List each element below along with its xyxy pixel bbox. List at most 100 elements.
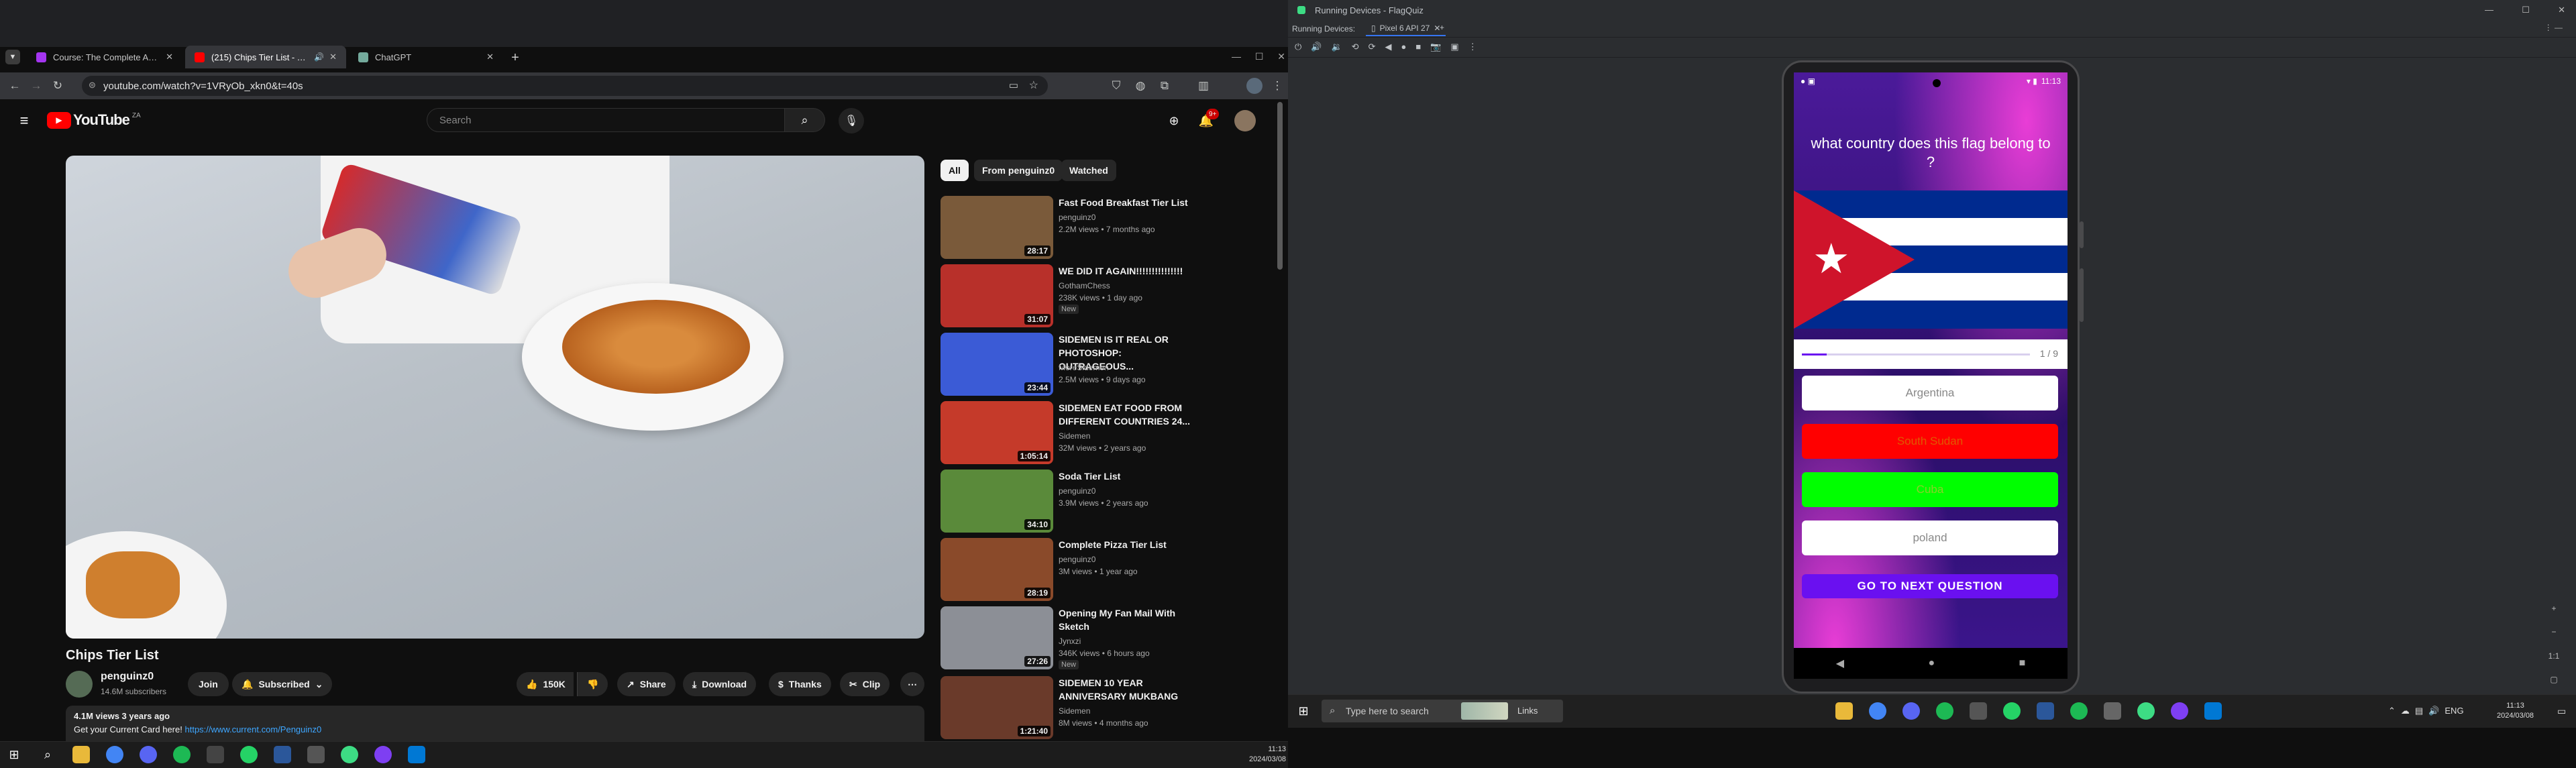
share-button[interactable]: ↗ Share xyxy=(617,672,676,696)
power-icon[interactable]: ⏻ xyxy=(1295,42,1301,52)
nav-back-icon[interactable]: ◀ xyxy=(1836,657,1844,670)
answer-option[interactable]: Argentina xyxy=(1802,376,2058,410)
app-icon[interactable] xyxy=(1970,702,1987,720)
discord-icon[interactable] xyxy=(1902,702,1920,720)
whatsapp-icon[interactable] xyxy=(240,746,258,763)
download-button[interactable]: ⤓ Download xyxy=(683,672,757,696)
spotify-icon[interactable] xyxy=(2070,702,2088,720)
extension-shield-icon[interactable]: ⛉ xyxy=(1108,78,1124,94)
tab-youtube[interactable]: (215) Chips Tier List - YouTube 🔊 ✕ xyxy=(185,46,346,68)
description-link[interactable]: https://www.current.com/Penguinz0 xyxy=(184,724,321,734)
settings-icon[interactable] xyxy=(307,746,325,763)
audio-playing-icon[interactable]: 🔊 xyxy=(314,52,324,62)
windows-start-icon[interactable]: ⊞ xyxy=(1295,702,1312,720)
language-indicator[interactable]: ENG xyxy=(2445,706,2463,716)
youtube-logo[interactable]: ▶ YouTube ZA xyxy=(47,110,141,130)
profile-avatar[interactable] xyxy=(1246,78,1263,94)
overview-icon[interactable]: ■ xyxy=(1415,42,1421,52)
search-icon[interactable]: ⌕ xyxy=(39,746,56,763)
zoom-out-icon[interactable]: − xyxy=(2551,627,2556,637)
reload-icon[interactable]: ↻ xyxy=(50,78,66,94)
chip-from-channel[interactable]: From penguinz0 xyxy=(974,160,1063,181)
spotify-icon[interactable] xyxy=(173,746,191,763)
links-toolbar[interactable]: Links xyxy=(1517,706,1538,716)
forward-icon[interactable]: → xyxy=(28,78,44,94)
dislike-button[interactable]: 👎 xyxy=(577,672,608,696)
speaker-icon[interactable]: 🔊 xyxy=(2428,706,2439,716)
minimize-icon[interactable]: — xyxy=(1232,51,1241,64)
chrome-icon[interactable] xyxy=(1869,702,1886,720)
spotify-icon[interactable] xyxy=(1936,702,1953,720)
android-studio-icon[interactable] xyxy=(2137,702,2155,720)
volume-up-icon[interactable]: 🔊 xyxy=(1311,42,1322,52)
home-icon[interactable]: ● xyxy=(1401,42,1406,52)
file-explorer-icon[interactable] xyxy=(1835,702,1853,720)
minimize-icon[interactable]: — xyxy=(2485,5,2493,15)
answer-option-wrong[interactable]: South Sudan xyxy=(1802,424,2058,459)
clip-button[interactable]: ✂ Clip xyxy=(840,672,890,696)
app-icon[interactable] xyxy=(207,746,224,763)
snapshot-icon[interactable]: ▣ xyxy=(1450,42,1458,52)
whatsapp-icon[interactable] xyxy=(2003,702,2021,720)
video-player[interactable] xyxy=(66,156,924,639)
channel-avatar[interactable] xyxy=(66,671,93,698)
tab-search-icon[interactable]: ▼ xyxy=(5,50,20,64)
windows-start-icon[interactable]: ⊞ xyxy=(5,746,23,763)
answer-option-correct[interactable]: Cuba xyxy=(1802,472,2058,507)
app-icon[interactable] xyxy=(2171,702,2188,720)
subscribed-button[interactable]: 🔔 Subscribed ⌄ xyxy=(232,672,333,696)
settings-icon[interactable] xyxy=(2104,702,2121,720)
extended-controls-icon[interactable]: ⋮ xyxy=(1468,42,1477,52)
chrome-icon[interactable] xyxy=(106,746,123,763)
network-icon[interactable]: ▤ xyxy=(2415,706,2423,716)
nav-recents-icon[interactable]: ■ xyxy=(2019,657,2026,669)
address-bar[interactable]: ⊜ youtube.com/watch?v=1VRyOb_xkn0&t=40s … xyxy=(82,76,1048,96)
join-button[interactable]: Join xyxy=(188,672,229,696)
tray-chevron-icon[interactable]: ⌃ xyxy=(2388,706,2396,716)
create-icon[interactable]: ⊕ xyxy=(1165,111,1183,130)
description-box[interactable]: 4.1M views 3 years ago Get your Current … xyxy=(66,706,924,741)
vscode-icon[interactable] xyxy=(408,746,425,763)
site-info-icon[interactable]: ⊜ xyxy=(89,80,96,91)
account-avatar[interactable] xyxy=(1234,110,1256,131)
app-icon[interactable] xyxy=(374,746,392,763)
cast-icon[interactable]: ▭ xyxy=(1009,79,1018,91)
discord-icon[interactable] xyxy=(140,746,157,763)
maximize-icon[interactable]: ☐ xyxy=(1255,51,1264,64)
volume-down-icon[interactable]: 🔉 xyxy=(1331,42,1342,52)
puzzle-icon[interactable]: ⧉ xyxy=(1157,78,1173,94)
close-icon[interactable]: ✕ xyxy=(329,52,337,62)
vscode-icon[interactable] xyxy=(2204,702,2222,720)
search-button[interactable]: ⌕ xyxy=(785,108,825,132)
word-icon[interactable] xyxy=(274,746,291,763)
nav-home-icon[interactable]: ● xyxy=(1928,657,1935,669)
like-button[interactable]: 👍 150K xyxy=(517,672,574,696)
close-window-icon[interactable]: ✕ xyxy=(2558,5,2565,15)
more-actions-icon[interactable]: ⋯ xyxy=(900,672,924,696)
search-input[interactable]: Search xyxy=(427,108,785,132)
device-tab[interactable]: ▯ Pixel 6 API 27 ✕ xyxy=(1366,21,1446,36)
notifications-icon[interactable]: ▭ xyxy=(2557,706,2566,717)
next-question-button[interactable]: GO TO NEXT QUESTION xyxy=(1802,574,2058,598)
screenshot-icon[interactable]: 📷 xyxy=(1430,42,1441,52)
word-icon[interactable] xyxy=(2037,702,2054,720)
chip-all[interactable]: All xyxy=(941,160,969,181)
zoom-actual-icon[interactable]: 1:1 xyxy=(2548,651,2560,661)
sidebar-icon[interactable]: ▥ xyxy=(1195,78,1212,94)
answer-option[interactable]: poland xyxy=(1802,520,2058,555)
tool-window-options-icon[interactable]: ⋮ — xyxy=(2544,23,2563,32)
maximize-icon[interactable]: ☐ xyxy=(2522,5,2530,15)
file-explorer-icon[interactable] xyxy=(72,746,90,763)
tab-chatgpt[interactable]: ChatGPT ✕ xyxy=(349,46,503,68)
channel-name[interactable]: penguinz0 xyxy=(101,671,154,683)
zoom-in-icon[interactable]: + xyxy=(2551,604,2556,613)
rotate-right-icon[interactable]: ⟳ xyxy=(1368,42,1376,52)
chip-watched[interactable]: Watched xyxy=(1061,160,1116,181)
zoom-fit-icon[interactable]: ▢ xyxy=(2550,675,2557,684)
thanks-button[interactable]: $ Thanks xyxy=(769,672,831,696)
android-studio-icon[interactable] xyxy=(341,746,358,763)
back-icon[interactable]: ← xyxy=(7,78,23,94)
close-icon[interactable]: ✕ xyxy=(166,52,173,62)
bookmark-star-icon[interactable]: ☆ xyxy=(1029,78,1038,92)
hamburger-icon[interactable]: ≡ xyxy=(15,111,34,130)
